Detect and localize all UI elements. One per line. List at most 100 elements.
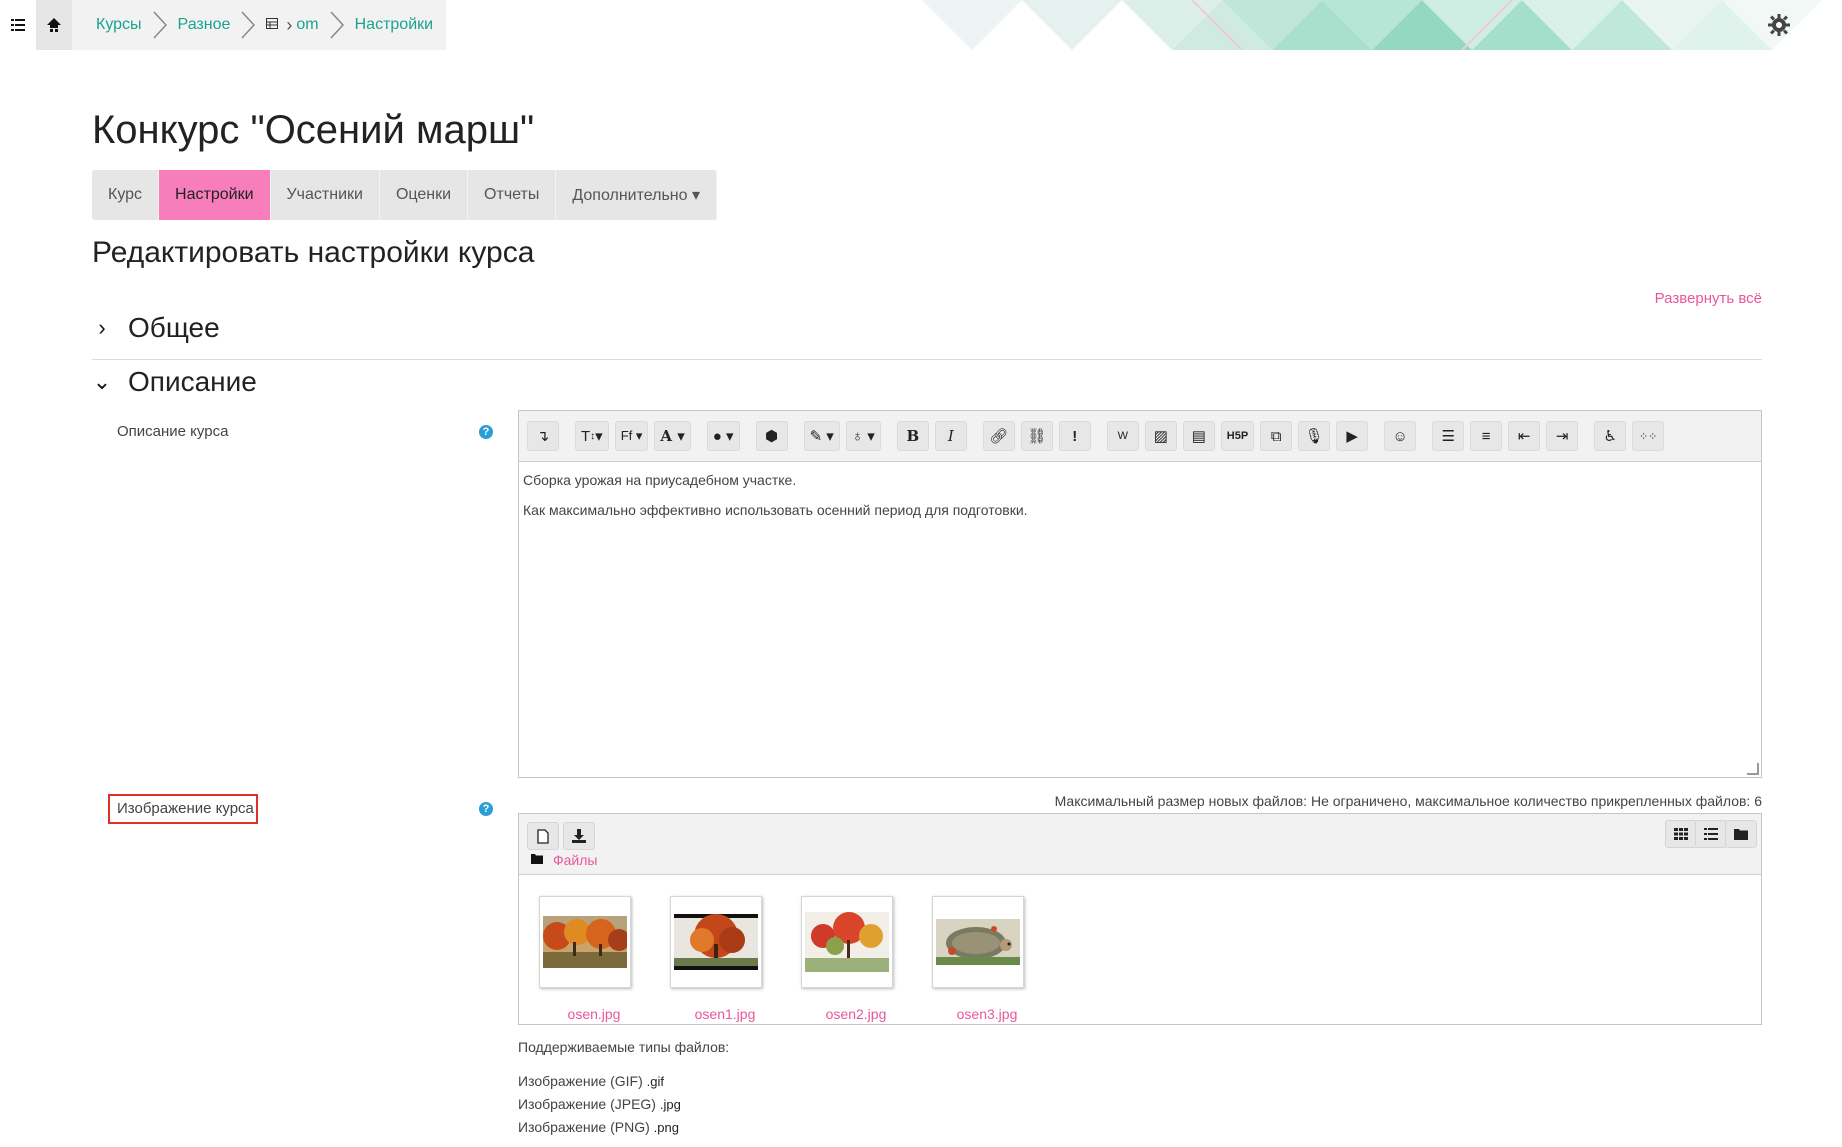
- list-icon[interactable]: [0, 0, 36, 50]
- file-manager: Файлы osen.jpg osen1.jpg osen2.jpg osen3…: [518, 813, 1762, 1025]
- breadcrumb-courses[interactable]: Курсы: [96, 16, 142, 34]
- file-thumbnail: [670, 896, 762, 988]
- image-icon[interactable]: ▨: [1144, 421, 1177, 451]
- cube-icon[interactable]: ⬢: [755, 421, 788, 451]
- bullet-list-icon[interactable]: ☰: [1432, 421, 1465, 451]
- breadcrumb-course-om[interactable]: om: [296, 16, 318, 34]
- files-folder-link[interactable]: Файлы: [553, 852, 597, 868]
- breadcrumb-separator: [240, 0, 256, 50]
- breadcrumb: Курсы Разное › om Настройки: [72, 0, 433, 50]
- file-path: Файлы: [531, 852, 597, 868]
- file-thumbnail: [539, 896, 631, 988]
- editor-paragraph: Как максимально эффективно использовать …: [523, 502, 1028, 518]
- breadcrumb-settings[interactable]: Настройки: [355, 16, 433, 34]
- bold-icon[interactable]: B: [896, 421, 929, 451]
- list-view-icon[interactable]: [1695, 820, 1727, 848]
- fieldset-description-header[interactable]: ⌄ Описание: [92, 366, 257, 398]
- style-pencil-icon[interactable]: ✎ ▾: [803, 421, 840, 451]
- link-icon[interactable]: 🔗︎: [982, 421, 1015, 451]
- help-icon[interactable]: ?: [479, 425, 493, 439]
- file-item[interactable]: osen1.jpg: [670, 896, 780, 1022]
- outdent-icon[interactable]: ⇤: [1508, 421, 1541, 451]
- file-type-item: Изображение (JPEG) .jpg: [518, 1093, 681, 1116]
- file-type-item: Изображение (GIF) .gif: [518, 1070, 681, 1093]
- file-name: osen2.jpg: [825, 1006, 887, 1022]
- media-file-icon[interactable]: ▤: [1182, 421, 1215, 451]
- text-style-icon[interactable]: A ▾: [654, 421, 691, 451]
- collapse-toolbar-icon[interactable]: ↴: [527, 421, 559, 451]
- emoji-icon[interactable]: ☺: [1384, 421, 1417, 451]
- breadcrumb-separator: [152, 0, 168, 50]
- file-item[interactable]: osen2.jpg: [801, 896, 911, 1022]
- supported-types-list: Изображение (GIF) .gif Изображение (JPEG…: [518, 1070, 681, 1139]
- font-family-icon[interactable]: Ff ▾: [614, 421, 649, 451]
- resize-handle[interactable]: [1747, 763, 1759, 775]
- tab-grades[interactable]: Оценки: [380, 170, 469, 220]
- screenreader-helper-icon[interactable]: ⁘⁘: [1632, 421, 1665, 451]
- file-type-name: Изображение (PNG): [518, 1119, 650, 1135]
- gear-icon[interactable]: [1768, 12, 1790, 43]
- tab-settings[interactable]: Настройки: [159, 170, 271, 220]
- accessibility-icon[interactable]: ♿︎: [1594, 421, 1627, 451]
- editor-toolbar: ↴ T ↕ ▾ Ff ▾ A ▾ ● ▾ ⬢ ✎ ▾ ♁ ▾ B I 🔗︎ ⛓ !…: [519, 411, 1761, 462]
- rich-text-editor: ↴ T ↕ ▾ Ff ▾ A ▾ ● ▾ ⬢ ✎ ▾ ♁ ▾ B I 🔗︎ ⛓ !…: [518, 410, 1762, 778]
- editor-content[interactable]: Сборка урожая на приусадебном участке. К…: [519, 462, 1761, 542]
- course-tabs: Курс Настройки Участники Оценки Отчеты Д…: [92, 170, 717, 220]
- file-type-ext: .gif: [646, 1074, 664, 1089]
- copy-icon[interactable]: ⧉: [1260, 421, 1293, 451]
- h5p-icon[interactable]: H5P: [1220, 421, 1255, 451]
- numbered-list-icon[interactable]: ≡: [1470, 421, 1503, 451]
- breadcrumb-misc[interactable]: Разное: [178, 16, 231, 34]
- text-color-icon[interactable]: ● ▾: [706, 421, 740, 451]
- file-item[interactable]: osen3.jpg: [932, 896, 1042, 1022]
- breadcrumb-separator: [329, 0, 345, 50]
- fieldset-general-header[interactable]: › Общее: [92, 312, 220, 344]
- course-image-label: Изображение курса: [117, 800, 254, 817]
- microphone-icon[interactable]: 🎙︎: [1298, 421, 1331, 451]
- top-navbar: Курсы Разное › om Настройки: [0, 0, 1842, 50]
- italic-icon[interactable]: I: [934, 421, 967, 451]
- home-icon[interactable]: [36, 0, 72, 50]
- description-label: Описание курса: [117, 423, 229, 440]
- help-icon[interactable]: ?: [479, 802, 493, 816]
- font-size-icon[interactable]: T ↕ ▾: [575, 421, 609, 451]
- breadcrumb-bar: Курсы Разное › om Настройки: [0, 0, 446, 50]
- download-icon[interactable]: [563, 822, 595, 850]
- file-type-ext: .png: [653, 1120, 679, 1135]
- add-file-icon[interactable]: [527, 822, 559, 850]
- word-import-icon[interactable]: W: [1106, 421, 1139, 451]
- fieldset-description-title: Описание: [128, 366, 257, 397]
- file-manager-toolbar: Файлы: [519, 814, 1761, 875]
- indent-icon[interactable]: ⇥: [1546, 421, 1579, 451]
- file-thumbnail: [932, 896, 1024, 988]
- file-type-name: Изображение (JPEG): [518, 1096, 656, 1112]
- file-name: osen.jpg: [567, 1006, 621, 1022]
- chevron-right-icon: ›: [98, 315, 106, 340]
- file-name: osen3.jpg: [956, 1006, 1018, 1022]
- tab-more[interactable]: Дополнительно ▾: [556, 170, 717, 220]
- lightbulb-icon[interactable]: ♁ ▾: [845, 421, 881, 451]
- fieldset-general-title: Общее: [128, 312, 220, 343]
- file-name: osen1.jpg: [694, 1006, 756, 1022]
- file-type-item: Изображение (PNG) .png: [518, 1116, 681, 1139]
- file-thumbnail: [801, 896, 893, 988]
- expand-all-link[interactable]: Развернуть всё: [1655, 290, 1762, 307]
- video-camera-icon[interactable]: ▶: [1336, 421, 1369, 451]
- breadcrumb-small-separator: ›: [286, 14, 293, 35]
- section-heading: Редактировать настройки курса: [92, 236, 535, 269]
- tab-participants[interactable]: Участники: [271, 170, 380, 220]
- exclamation-icon[interactable]: !: [1058, 421, 1091, 451]
- page-title: Конкурс "Осений марш": [92, 108, 535, 152]
- file-limits-text: Максимальный размер новых файлов: Не огр…: [1054, 793, 1762, 809]
- header-decorative-pattern: [922, 0, 1822, 50]
- chevron-down-icon: ⌄: [92, 369, 112, 394]
- file-type-name: Изображение (GIF): [518, 1073, 643, 1089]
- tab-course[interactable]: Курс: [92, 170, 160, 220]
- unlink-icon[interactable]: ⛓: [1020, 421, 1053, 451]
- editor-paragraph: Сборка урожая на приусадебном участке.: [523, 472, 797, 488]
- divider: [92, 359, 1762, 360]
- grid-view-icon[interactable]: [1665, 820, 1697, 848]
- tab-reports[interactable]: Отчеты: [468, 170, 557, 220]
- folder-view-icon[interactable]: [1725, 820, 1757, 848]
- file-item[interactable]: osen.jpg: [539, 896, 649, 1022]
